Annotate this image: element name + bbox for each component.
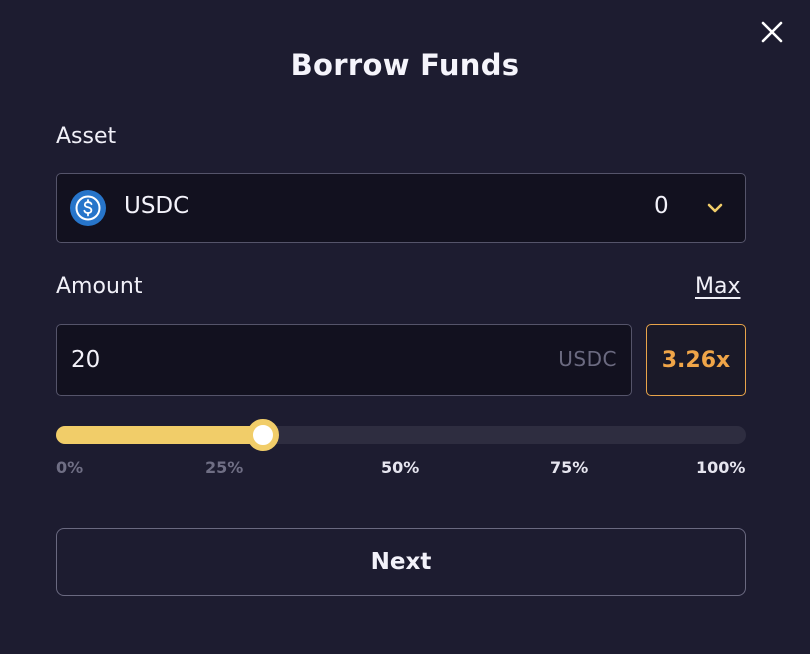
borrow-funds-modal: Borrow Funds Asset USDC 0 Amount Max USD… [0,0,810,654]
chevron-down-icon [707,203,723,213]
asset-name: USDC [124,193,190,219]
amount-input[interactable] [71,341,531,379]
asset-label: Asset [56,124,117,149]
slider-tick-75: 75% [550,458,589,477]
next-button[interactable]: Next [56,528,746,596]
amount-slider[interactable] [56,419,746,451]
asset-select[interactable]: USDC 0 [56,173,746,243]
slider-tick-100: 100% [696,458,746,477]
max-button[interactable]: Max [695,274,740,299]
close-icon [761,21,783,43]
amount-unit: USDC [558,347,617,371]
slider-tick-0: 0% [56,458,84,477]
asset-balance: 0 [654,193,669,219]
leverage-button[interactable]: 3.26x [646,324,746,396]
slider-thumb[interactable] [247,419,279,451]
slider-ticks: 0% 25% 50% 75% 100% [56,458,746,482]
slider-tick-50: 50% [381,458,420,477]
modal-title: Borrow Funds [290,48,520,82]
amount-field: USDC [56,324,632,396]
usdc-icon [70,190,106,226]
close-button[interactable] [756,16,788,48]
amount-label: Amount [56,274,143,299]
slider-fill [56,426,263,444]
slider-tick-25: 25% [205,458,244,477]
